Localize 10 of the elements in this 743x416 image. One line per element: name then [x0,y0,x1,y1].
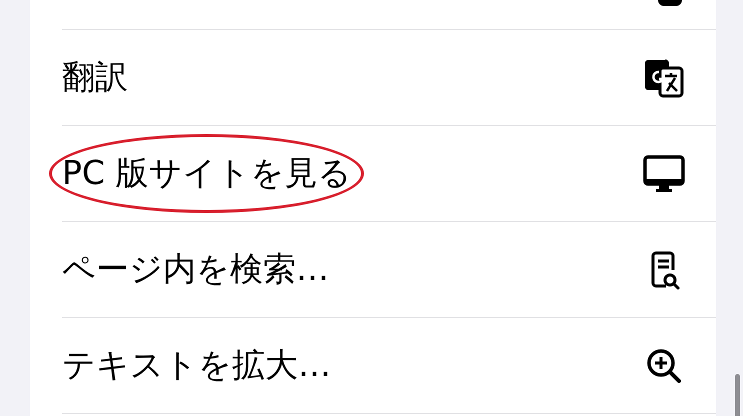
menu-item[interactable]: テキストを拡大… [62,318,716,414]
menu-item[interactable]: PC 版サイトを見る [62,126,716,222]
rounded-rect-icon [658,0,682,6]
menu-label: テキストを拡大… [62,344,331,386]
menu-item[interactable]: 翻訳 [62,30,716,126]
scrollbar [735,374,740,416]
menu-label: 翻訳 [62,56,128,98]
menu-item[interactable]: ページ内を検索… [62,222,716,318]
circled-menu-label: PC 版サイトを見る [49,134,364,213]
menu-label: ページ内を検索… [62,248,329,290]
